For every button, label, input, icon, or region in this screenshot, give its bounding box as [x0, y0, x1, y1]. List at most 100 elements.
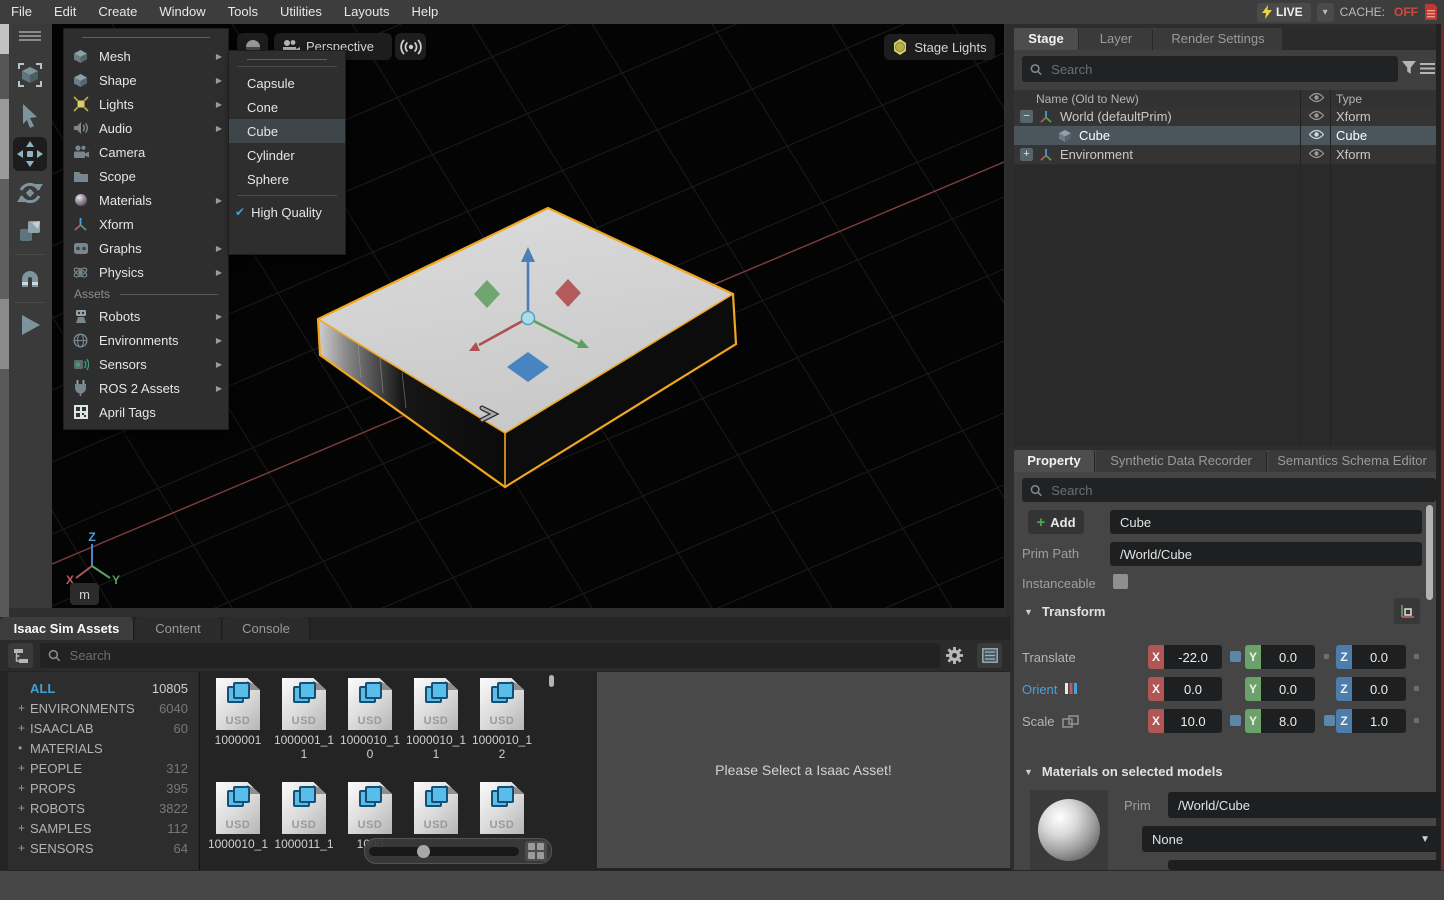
gizmo-center-handle[interactable]	[522, 312, 535, 325]
collapse-expander-icon[interactable]: −	[1020, 110, 1033, 123]
prim-path-field[interactable]: /World/Cube	[1110, 542, 1422, 566]
grid-view-icon[interactable]	[525, 841, 547, 861]
menu-utilities[interactable]: Utilities	[269, 0, 333, 24]
material-select-dropdown[interactable]: None ▼	[1142, 826, 1440, 852]
translate-y-field[interactable]: 0.0	[1261, 645, 1315, 669]
instanceable-checkbox[interactable]	[1113, 574, 1128, 589]
options-burger-icon[interactable]	[1420, 62, 1435, 75]
scale-y-changed-indicator[interactable]	[1324, 715, 1335, 726]
menu-item-sensors[interactable]: Sensors ▶	[64, 352, 228, 376]
menu-item-environments[interactable]: Environments ▶	[64, 328, 228, 352]
tree-view-toggle-button[interactable]	[8, 643, 33, 668]
submenu-item-high-quality[interactable]: ✔ High Quality	[229, 200, 345, 224]
play-button[interactable]	[13, 308, 47, 342]
menu-item-shape[interactable]: Shape ▶	[64, 68, 228, 92]
submenu-item-cylinder[interactable]: Cylinder	[229, 143, 345, 167]
scale-x-field[interactable]: 10.0	[1164, 709, 1222, 733]
menu-item-april-tags[interactable]: April Tags	[64, 400, 228, 424]
tab-property[interactable]: Property	[1014, 450, 1095, 472]
column-type[interactable]: Type	[1336, 92, 1362, 106]
menu-tools[interactable]: Tools	[217, 0, 269, 24]
orient-z-default-indicator[interactable]	[1414, 686, 1419, 691]
visibility-eye-icon[interactable]	[1306, 128, 1326, 143]
snap-tool-button[interactable]	[13, 260, 47, 294]
filter-icon[interactable]	[1402, 61, 1416, 76]
add-property-button[interactable]: + Add	[1028, 510, 1084, 534]
submenu-tearoff-handle[interactable]	[247, 59, 327, 60]
category-materials[interactable]: • MATERIALS	[8, 738, 198, 758]
selection-mode-button[interactable]	[13, 58, 47, 92]
cache-file-icon[interactable]	[1424, 4, 1438, 20]
tree-row-world[interactable]: − World (defaultPrim) Xform	[1014, 107, 1436, 127]
tab-content[interactable]: Content	[135, 617, 222, 640]
tab-synthetic-data-recorder[interactable]: Synthetic Data Recorder	[1096, 450, 1267, 472]
asset-item[interactable]: USD 1000010_12	[470, 678, 534, 761]
tab-render-settings[interactable]: Render Settings	[1154, 28, 1283, 50]
property-search[interactable]	[1022, 478, 1436, 502]
scale-z-field[interactable]: 1.0	[1352, 709, 1406, 733]
tab-semantics-schema-editor[interactable]: Semantics Schema Editor	[1268, 450, 1437, 472]
transform-section-header[interactable]: ▼ Transform	[1024, 604, 1106, 619]
category-environments[interactable]: + ENVIRONMENTS 6040	[8, 698, 198, 718]
stage-lights-button[interactable]: Stage Lights	[884, 34, 995, 60]
menu-item-scope[interactable]: Scope	[64, 164, 228, 188]
scale-x-changed-indicator[interactable]	[1230, 715, 1241, 726]
category-props[interactable]: + PROPS 395	[8, 778, 198, 798]
submenu-item-sphere[interactable]: Sphere	[229, 167, 345, 191]
asset-item[interactable]: USD 1000001_11	[272, 678, 336, 761]
visibility-eye-icon[interactable]	[1306, 147, 1326, 162]
live-dropdown-button[interactable]: ▾	[1317, 3, 1334, 22]
category-people[interactable]: + PEOPLE 312	[8, 758, 198, 778]
slider-handle[interactable]	[417, 845, 430, 858]
transform-axes-button[interactable]	[1394, 598, 1420, 624]
visibility-eye-icon[interactable]	[1306, 109, 1326, 124]
menu-item-graphs[interactable]: Graphs ▶	[64, 236, 228, 260]
asset-item[interactable]: USD 1000001	[206, 678, 270, 747]
submenu-item-cube[interactable]: Cube	[229, 119, 345, 143]
scale-tool-button[interactable]	[13, 214, 47, 248]
rotate-tool-button[interactable]	[13, 176, 47, 210]
material-prim-field[interactable]: /World/Cube	[1168, 792, 1440, 818]
asset-item[interactable]: USD 1000010_10	[338, 678, 402, 761]
stage-search[interactable]	[1022, 56, 1398, 82]
tab-isaac-sim-assets[interactable]: Isaac Sim Assets	[0, 617, 134, 640]
scale-y-field[interactable]: 8.0	[1261, 709, 1315, 733]
category-isaaclab[interactable]: + ISAACLAB 60	[8, 718, 198, 738]
menu-item-camera[interactable]: Camera	[64, 140, 228, 164]
orient-keys-icon[interactable]	[1064, 682, 1078, 695]
category-sensors[interactable]: + SENSORS 64	[8, 838, 198, 858]
asset-item[interactable]: USD 1000010_1	[206, 782, 270, 851]
category-robots[interactable]: + ROBOTS 3822	[8, 798, 198, 818]
menu-layouts[interactable]: Layouts	[333, 0, 401, 24]
menu-tearoff-handle[interactable]	[82, 37, 210, 38]
visibility-column-eye-icon[interactable]	[1306, 92, 1326, 106]
live-button[interactable]: LIVE	[1257, 3, 1311, 22]
asset-item[interactable]: USD	[470, 782, 534, 834]
menu-item-mesh[interactable]: Mesh ▶	[64, 44, 228, 68]
asset-item[interactable]: USD 1000011_1	[272, 782, 336, 851]
orient-x-field[interactable]: 0.0	[1164, 677, 1222, 701]
tree-row-environment[interactable]: + Environment Xform	[1014, 145, 1436, 165]
assets-search-input[interactable]	[68, 647, 932, 664]
stage-search-input[interactable]	[1049, 61, 1390, 78]
render-settings-button[interactable]	[395, 33, 426, 60]
view-mode-button[interactable]	[977, 643, 1002, 668]
select-tool-button[interactable]	[13, 99, 47, 133]
submenu-item-cone[interactable]: Cone	[229, 95, 345, 119]
translate-x-field[interactable]: -22.0	[1164, 645, 1222, 669]
menu-window[interactable]: Window	[148, 0, 216, 24]
menu-help[interactable]: Help	[400, 0, 449, 24]
orient-z-field[interactable]: 0.0	[1352, 677, 1406, 701]
menu-file[interactable]: File	[0, 0, 43, 24]
tree-row-cube[interactable]: Cube Cube	[1014, 126, 1436, 146]
submenu-item-capsule[interactable]: Capsule	[229, 71, 345, 95]
tab-console[interactable]: Console	[223, 617, 310, 640]
menu-item-audio[interactable]: Audio ▶	[64, 116, 228, 140]
assets-search[interactable]	[40, 643, 940, 668]
translate-x-changed-indicator[interactable]	[1230, 651, 1241, 662]
menu-edit[interactable]: Edit	[43, 0, 87, 24]
tab-stage[interactable]: Stage	[1014, 28, 1079, 50]
move-tool-button[interactable]	[13, 137, 47, 171]
scale-link-icon[interactable]	[1062, 715, 1080, 728]
thumbnail-size-slider[interactable]	[364, 838, 552, 864]
